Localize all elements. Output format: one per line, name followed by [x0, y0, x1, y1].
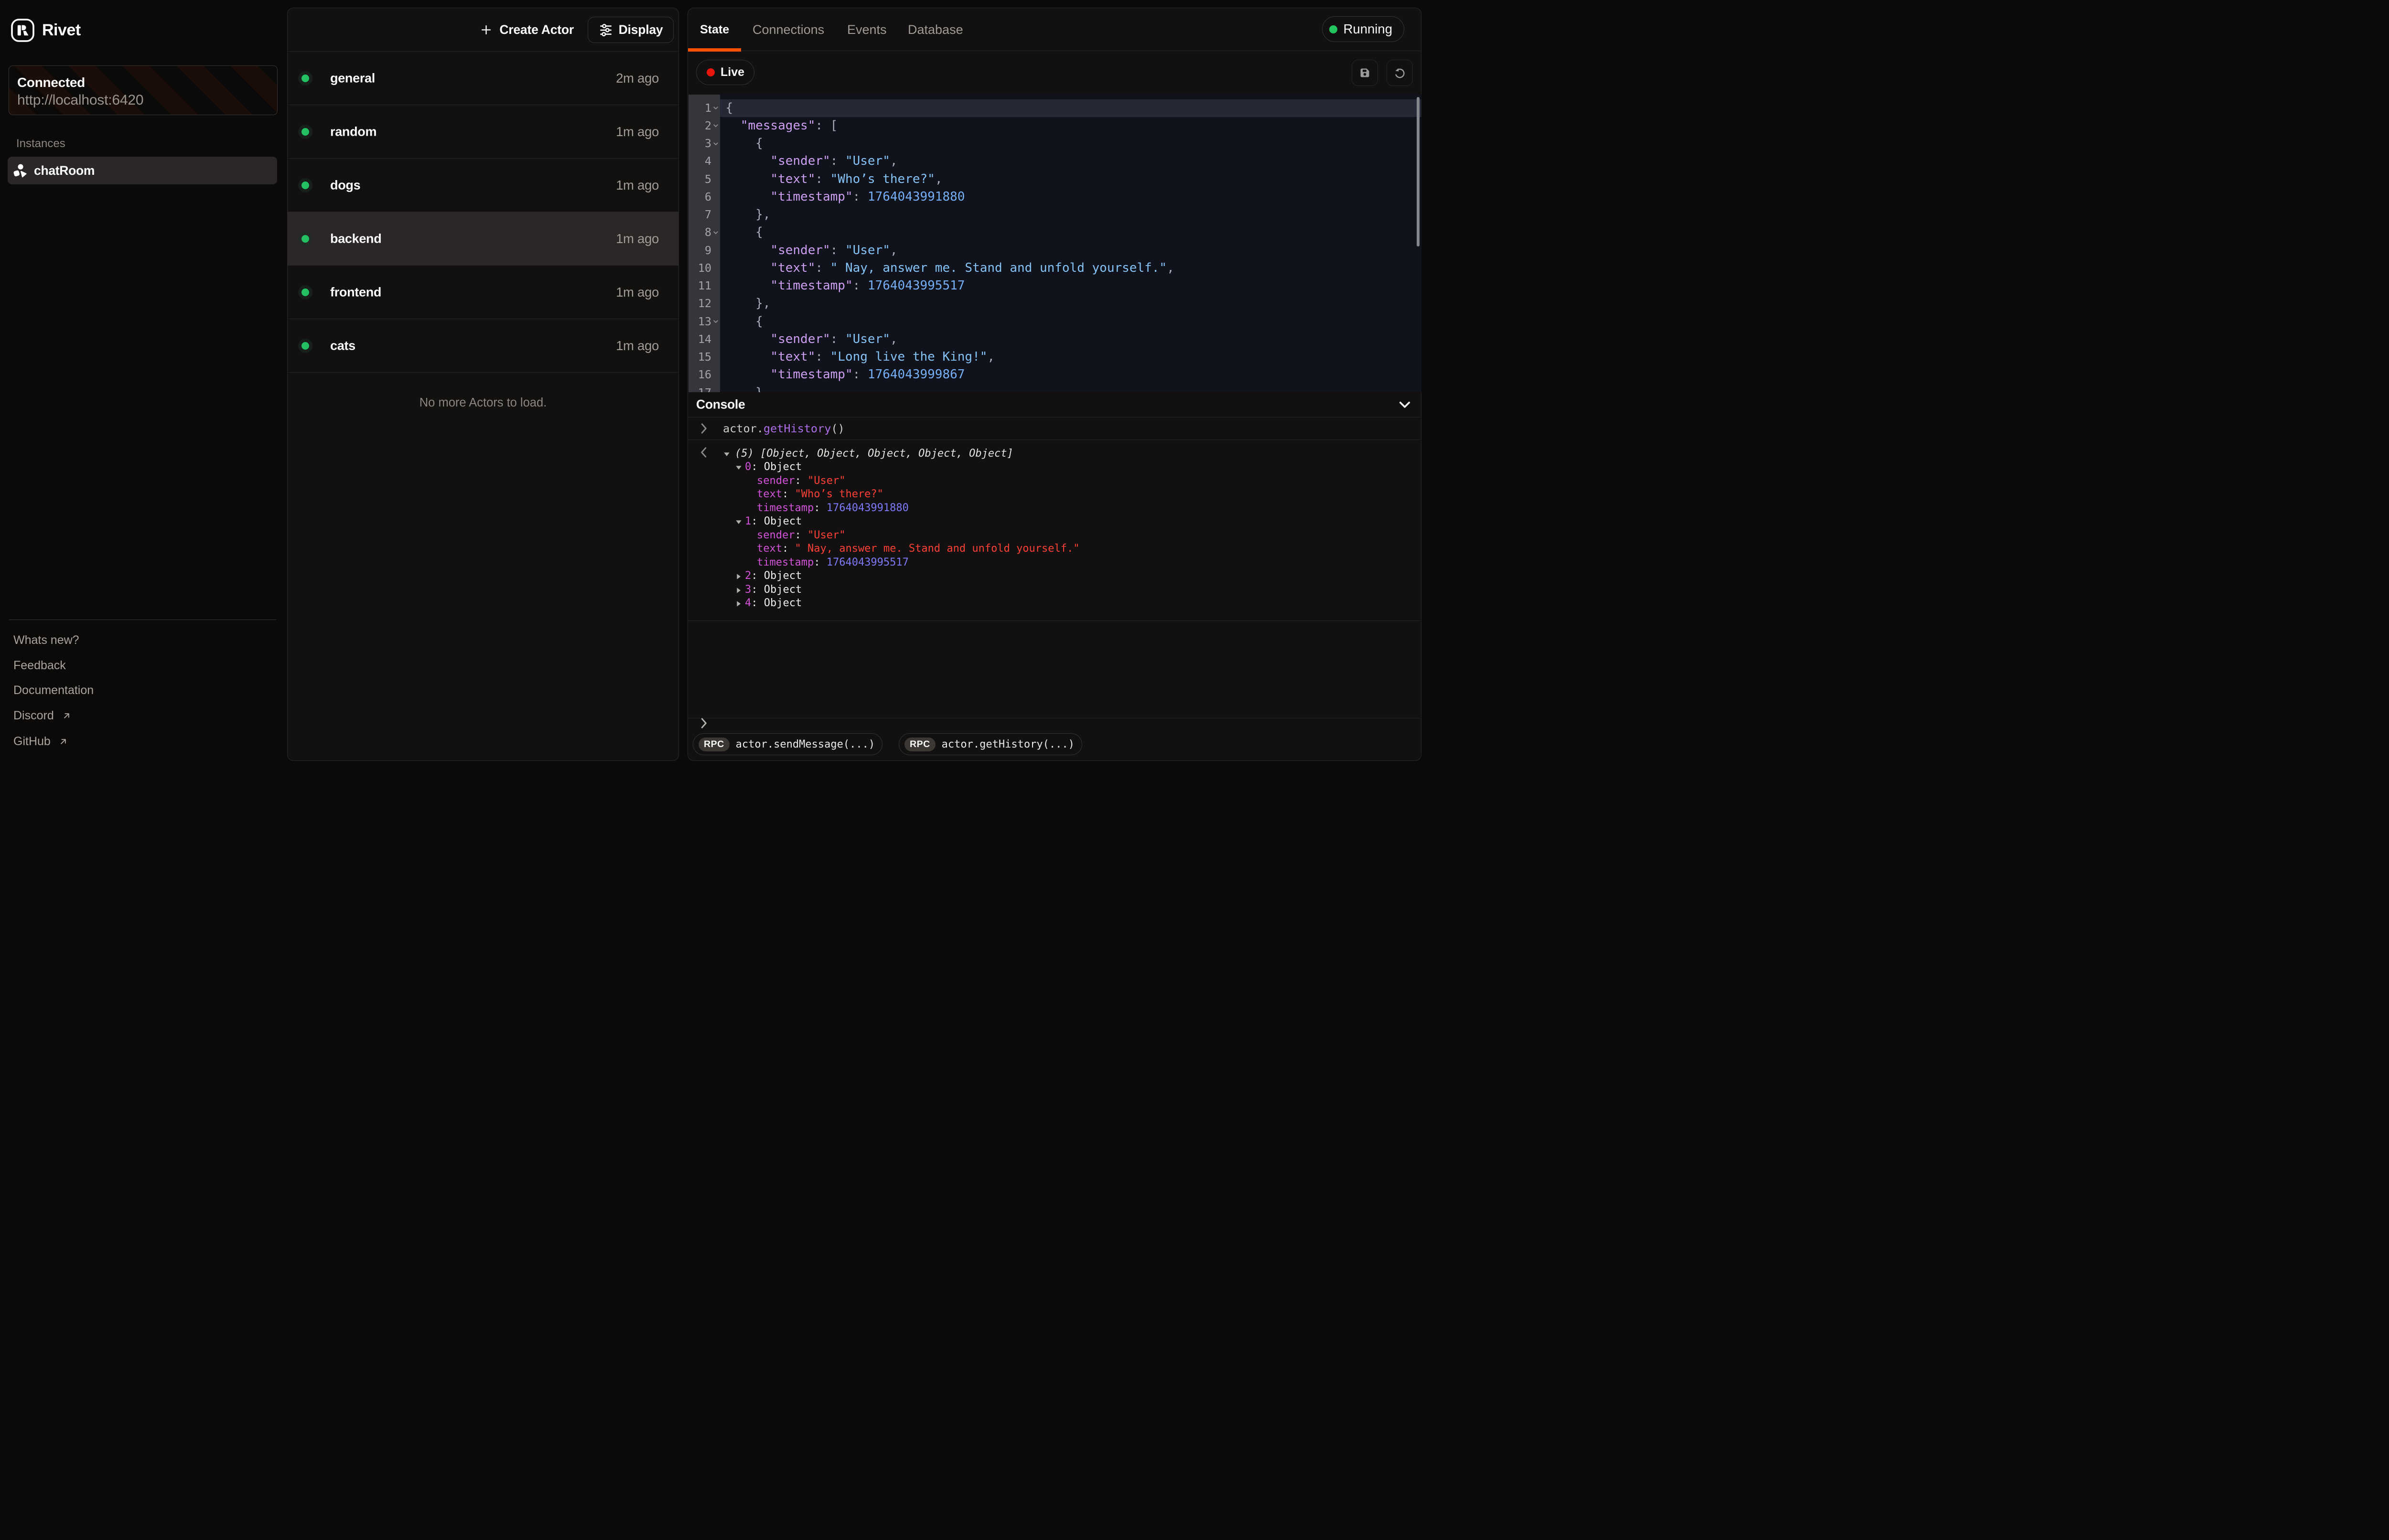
- inspector-tabs: State Connections Events Database: [688, 8, 1421, 51]
- editor-line-2: 2 "messages": [: [689, 117, 1421, 135]
- sidebar-link-feedback[interactable]: Feedback: [13, 659, 66, 673]
- actor-row-general[interactable]: general 2m ago: [288, 52, 678, 105]
- brand: Rivet: [11, 19, 81, 42]
- console-header: Console: [688, 392, 1421, 417]
- editor-line-3: 3 {: [689, 135, 1421, 152]
- editor-line-5: 5 "text": "Who’s there?",: [689, 171, 1421, 188]
- console-result: (5) [Object, Object, Object, Object, Obj…: [688, 440, 1421, 621]
- reset-state-button[interactable]: [1387, 60, 1413, 86]
- editor-line-12: 12 },: [689, 295, 1421, 312]
- save-icon: [1359, 67, 1371, 79]
- actor-status-dot-core: [301, 342, 309, 350]
- brand-title: Rivet: [42, 21, 81, 40]
- actor-row-random[interactable]: random 1m ago: [288, 105, 678, 159]
- actor-status-dot-core: [301, 128, 309, 136]
- editor-line-8: 8 {: [689, 224, 1421, 241]
- console-tree-row[interactable]: sender: "User": [688, 528, 1421, 542]
- connection-status: Connected: [17, 75, 85, 90]
- actor-status-dot: [298, 71, 312, 86]
- actor-row-cats[interactable]: cats 1m ago: [288, 319, 678, 373]
- sidebar: Rivet Connected http://localhost:6420 In…: [0, 0, 283, 770]
- sidebar-link-whats-new-[interactable]: Whats new?: [13, 633, 79, 647]
- console-tree-row[interactable]: 0: Object: [688, 460, 1421, 474]
- editor-line-14: 14 "sender": "User",: [689, 331, 1421, 348]
- tab-state[interactable]: State: [700, 8, 729, 51]
- rivet-logo-icon: [11, 19, 34, 42]
- actor-status-dot: [298, 232, 312, 246]
- external-link-icon: [59, 737, 68, 746]
- tab-connections[interactable]: Connections: [753, 8, 824, 51]
- actors-header: Create Actor Display: [288, 8, 678, 52]
- editor-line-15: 15 "text": "Long live the King!",: [689, 348, 1421, 366]
- rpc-chip-0[interactable]: RPC actor.sendMessage(...): [693, 733, 882, 755]
- console-tree-row[interactable]: 1: Object: [688, 514, 1421, 528]
- live-status-dot: [707, 68, 715, 76]
- editor-scrollbar[interactable]: [1417, 97, 1420, 246]
- actor-row-dogs[interactable]: dogs 1m ago: [288, 159, 678, 212]
- chevron-right-icon: [698, 422, 710, 435]
- console-tree-row[interactable]: timestamp: 1764043991880: [688, 501, 1421, 515]
- active-tab-indicator: [688, 48, 741, 52]
- tab-database[interactable]: Database: [908, 8, 963, 51]
- actor-status-dot-core: [301, 182, 309, 189]
- actor-status-dot-core: [301, 289, 309, 296]
- prompt-chevron-icon: [698, 717, 710, 729]
- editor-line-13: 13 {: [689, 313, 1421, 331]
- rpc-chip-1[interactable]: RPC actor.getHistory(...): [899, 733, 1082, 755]
- editor-line-6: 6 "timestamp": 1764043991880: [689, 188, 1421, 206]
- console-tree-row[interactable]: 4: Object: [688, 596, 1421, 610]
- sidebar-item-chatroom[interactable]: chatRoom: [8, 157, 277, 184]
- instance-label: chatRoom: [34, 163, 95, 178]
- actor-row-backend[interactable]: backend 1m ago: [288, 212, 678, 266]
- editor-line-17: 17 }: [689, 384, 1421, 393]
- running-status-dot: [1329, 25, 1337, 33]
- editor-line-11: 11 "timestamp": 1764043995517: [689, 277, 1421, 295]
- create-actor-button[interactable]: Create Actor: [480, 17, 574, 43]
- plus-icon: [480, 23, 493, 36]
- actor-row-frontend[interactable]: frontend 1m ago: [288, 266, 678, 319]
- save-state-button[interactable]: [1352, 60, 1378, 86]
- actor-status-dot: [298, 339, 312, 353]
- console-tree-row[interactable]: (5) [Object, Object, Object, Object, Obj…: [688, 447, 1421, 460]
- sidebar-link-discord[interactable]: Discord: [13, 709, 71, 723]
- sidebar-link-documentation[interactable]: Documentation: [13, 684, 94, 697]
- editor-line-9: 9 "sender": "User",: [689, 242, 1421, 259]
- live-toggle[interactable]: Live: [696, 60, 754, 85]
- app: Rivet Connected http://localhost:6420 In…: [0, 0, 1430, 770]
- console-tree-row[interactable]: sender: "User": [688, 474, 1421, 488]
- console-tree-row[interactable]: text: " Nay, answer me. Stand and unfold…: [688, 542, 1421, 556]
- console-command-echo: actor.getHistory(): [688, 417, 1421, 440]
- state-json-editor[interactable]: 1{ 2 "messages": [ 3 { 4 "sender": "User…: [689, 95, 1421, 392]
- actor-status-dot-core: [301, 75, 309, 82]
- editor-line-10: 10 "text": " Nay, answer me. Stand and u…: [689, 259, 1421, 277]
- inspector-panel: State Connections Events Database Running L…: [688, 8, 1421, 761]
- sliders-icon: [599, 23, 613, 37]
- console-collapse-chevron[interactable]: [1397, 396, 1413, 413]
- console-tree-row[interactable]: timestamp: 1764043995517: [688, 556, 1421, 569]
- sidebar-link-github[interactable]: GitHub: [13, 735, 68, 749]
- status-badge: Running: [1322, 16, 1404, 42]
- editor-line-16: 16 "timestamp": 1764043999867: [689, 366, 1421, 384]
- actor-status-dot-core: [301, 235, 309, 243]
- console-tree-row[interactable]: text: "Who’s there?": [688, 487, 1421, 501]
- display-button[interactable]: Display: [588, 17, 674, 43]
- tab-events[interactable]: Events: [847, 8, 887, 51]
- actors-panel: Create Actor Display general 2m ago rand…: [287, 8, 679, 761]
- external-link-icon: [62, 711, 71, 720]
- rotate-ccw-icon: [1394, 67, 1406, 79]
- list-end-message: No more Actors to load.: [288, 396, 678, 410]
- actor-status-dot: [298, 125, 312, 139]
- connection-url: http://localhost:6420: [17, 92, 143, 108]
- console-tree-row[interactable]: 2: Object: [688, 569, 1421, 583]
- editor-line-1: 1{: [689, 99, 1421, 117]
- actor-status-dot: [298, 178, 312, 192]
- console-tree-row[interactable]: 3: Object: [688, 583, 1421, 597]
- connection-status-card: Connected http://localhost:6420: [9, 65, 278, 115]
- editor-line-7: 7 },: [689, 206, 1421, 224]
- instances-label: Instances: [16, 137, 65, 150]
- actor-shapes-icon: [13, 163, 28, 178]
- editor-line-4: 4 "sender": "User",: [689, 152, 1421, 170]
- actor-status-dot: [298, 285, 312, 299]
